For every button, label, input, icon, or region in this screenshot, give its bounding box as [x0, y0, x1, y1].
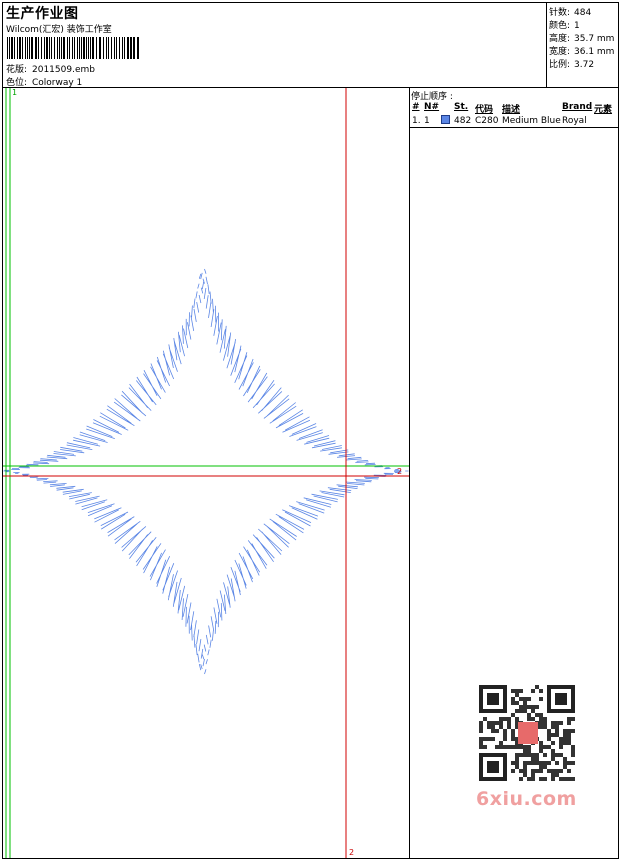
stat-value: 36.1 mm	[574, 47, 615, 57]
stat-label: 针数:	[549, 8, 571, 18]
stat-width: 宽度: 36.1 mm	[549, 44, 614, 57]
stat-height: 高度: 35.7 mm	[549, 31, 614, 44]
col-header-index: #	[412, 102, 420, 112]
row-brand: Royal	[562, 116, 587, 126]
col-header-code: 代码	[475, 105, 494, 115]
colorway-line: 色位: Colorway 1	[6, 75, 82, 88]
guide-label-right: 2	[397, 467, 403, 476]
stat-value: 1	[574, 21, 580, 31]
col-header-stitches: St.	[454, 102, 469, 112]
header-stats-divider	[546, 2, 547, 88]
row-stitches: 482	[454, 116, 472, 126]
stat-label: 宽度:	[549, 47, 571, 57]
watermark-text: 6xiu.com	[476, 788, 577, 810]
row-needle: 1	[424, 116, 430, 126]
barcode-image	[7, 37, 139, 59]
col-header-brand: Brand	[562, 102, 593, 112]
col-header-element: 元素	[594, 105, 613, 115]
col-header-needle: N#	[424, 102, 440, 112]
design-file-value: 2011509.emb	[32, 65, 95, 75]
stat-colors: 颜色: 1	[549, 18, 580, 31]
embroidery-design-canvas	[3, 88, 409, 858]
sidebar-divider	[409, 87, 410, 859]
color-swatch	[441, 115, 450, 124]
colorway-label: 色位:	[6, 78, 28, 88]
row-description: Medium Blue	[502, 116, 561, 126]
stat-value: 3.72	[574, 60, 595, 70]
stat-value: 484	[574, 8, 592, 18]
row-index: 1.	[412, 116, 421, 126]
col-header-description: 描述	[502, 105, 521, 115]
design-file-label: 花版:	[6, 65, 28, 75]
stat-label: 比例:	[549, 60, 571, 70]
stat-stitches: 针数: 484	[549, 5, 591, 18]
row-code: C280	[475, 116, 499, 126]
stat-label: 高度:	[549, 34, 571, 44]
qr-code-image	[478, 684, 576, 782]
colorway-value: Colorway 1	[32, 78, 83, 88]
stat-value: 35.7 mm	[574, 34, 615, 44]
guide-label-top: 1	[12, 88, 18, 97]
stop-table-divider	[409, 127, 619, 128]
studio-name: Wilcom(汇宏) 装饰工作室	[6, 25, 112, 35]
stop-sequence-title: 停止顺序 :	[411, 92, 453, 102]
stitch-pattern	[3, 268, 409, 675]
stat-scale: 比例: 3.72	[549, 57, 594, 70]
guide-label-bottom: 2	[349, 848, 355, 857]
page-title: 生产作业图	[6, 6, 79, 22]
satin-stitches	[3, 268, 409, 675]
design-file-line: 花版: 2011509.emb	[6, 62, 95, 75]
stat-label: 颜色:	[549, 21, 571, 31]
